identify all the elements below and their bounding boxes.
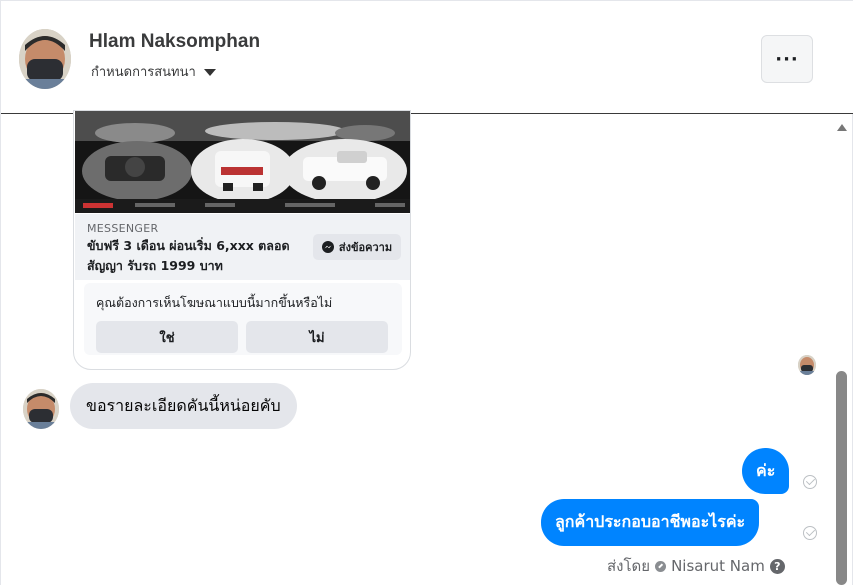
scroll-thumb[interactable]: [836, 371, 847, 585]
sent-by-name[interactable]: Nisarut Nam: [671, 557, 765, 575]
ad-card: MESSENGER ขับฟรี 3 เดือน ผ่อนเริ่ม 6,xxx…: [73, 110, 411, 370]
conversation-header: Hlam Naksomphan กำหนดการสนทนา ···: [1, 0, 853, 114]
contact-avatar[interactable]: [19, 29, 71, 89]
help-icon[interactable]: ?: [769, 558, 785, 574]
survey-yes-button[interactable]: ใช่: [96, 321, 238, 353]
ad-meta: MESSENGER ขับฟรี 3 เดือน ผ่อนเริ่ม 6,xxx…: [75, 214, 410, 280]
ad-source: MESSENGER: [87, 222, 159, 235]
messenger-icon: [321, 241, 334, 253]
survey-question: คุณต้องการเห็นโฆษณาแบบนี้มากขึ้นหรือไม่: [96, 295, 333, 310]
ad-title[interactable]: ขับฟรี 3 เดือน ผ่อนเริ่ม 6,xxx ตลอดสัญญา…: [87, 236, 307, 276]
scrollbar[interactable]: [834, 114, 850, 585]
survey-no-button[interactable]: ไม่: [246, 321, 388, 353]
send-message-button[interactable]: ส่งข้อความ: [313, 234, 401, 260]
sent-check-icon: [803, 475, 817, 489]
sender-avatar[interactable]: [23, 389, 59, 429]
ad-survey: คุณต้องการเห็นโฆษณาแบบนี้มากขึ้นหรือไม่ …: [84, 283, 402, 355]
sent-by-prefix: ส่งโดย: [607, 557, 651, 575]
scroll-up-arrow-icon[interactable]: [837, 124, 847, 131]
sent-check-icon: [803, 526, 817, 540]
subtitle-label: กำหนดการสนทนา: [91, 65, 196, 80]
seen-avatar: [798, 355, 816, 375]
outgoing-message[interactable]: ลูกค้าประกอบอาชีพอะไรค่ะ: [541, 499, 760, 546]
conversation-options-dropdown[interactable]: กำหนดการสนทนา: [91, 61, 216, 82]
send-message-label: ส่งข้อความ: [338, 241, 393, 254]
business-badge-icon: [655, 560, 667, 572]
more-options-button[interactable]: ···: [761, 35, 813, 83]
incoming-message[interactable]: ขอรายละเอียดคันนี้หน่อยคับ: [70, 383, 297, 429]
caret-down-icon: [203, 69, 216, 76]
messenger-conversation: Hlam Naksomphan กำหนดการสนทนา ··· MESSEN…: [0, 0, 853, 585]
sent-by-info: ส่งโดย Nisarut Nam ?: [607, 554, 785, 578]
ad-image[interactable]: [75, 111, 410, 213]
contact-name[interactable]: Hlam Naksomphan: [89, 31, 260, 53]
outgoing-message[interactable]: ค่ะ: [742, 448, 790, 494]
